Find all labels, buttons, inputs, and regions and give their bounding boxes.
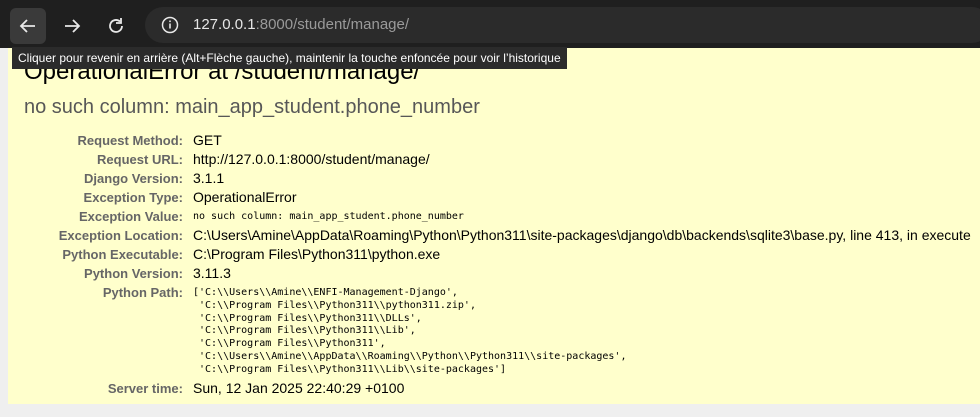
meta-value: GET <box>193 132 222 148</box>
reload-icon <box>109 18 123 33</box>
meta-value: OperationalError <box>193 189 297 205</box>
python-path-list: ['C:\\Users\\Amine\\ENFI-Management-Djan… <box>193 287 627 375</box>
back-button[interactable] <box>10 8 46 44</box>
meta-value: 3.1.1 <box>193 170 225 186</box>
meta-label: Python Version: <box>84 266 183 281</box>
meta-label: Request Method: <box>77 133 183 148</box>
info-icon[interactable] <box>161 16 179 34</box>
arrow-right-icon <box>65 19 81 33</box>
left-gutter <box>0 48 8 404</box>
meta-value: C:\Program Files\Python311\python.exe <box>193 246 441 262</box>
url-host: 127.0.0.1 <box>193 16 256 33</box>
page-bottom-strip <box>0 404 980 417</box>
url-path: :8000/student/manage/ <box>255 16 410 33</box>
forward-button[interactable] <box>54 8 90 44</box>
meta-label: Python Executable: <box>62 247 183 262</box>
arrow-left-icon <box>19 19 35 33</box>
meta-value: no such column: main_app_student.phone_n… <box>193 211 464 222</box>
meta-label: Server time: <box>107 381 183 396</box>
meta-value: Sun, 12 Jan 2025 22:40:29 +0100 <box>193 380 405 396</box>
url-text[interactable]: 127.0.0.1:8000/student/manage/ <box>193 16 409 33</box>
meta-label: Django Version: <box>84 171 183 186</box>
error-page: OperationalError at /student/manage/ no … <box>8 48 980 404</box>
meta-label: Exception Location: <box>58 228 183 243</box>
meta-label: Request URL: <box>97 152 183 167</box>
meta-label: Python Path: <box>102 285 183 300</box>
meta-label: Exception Value: <box>78 209 183 224</box>
address-bar[interactable]: 127.0.0.1:8000/student/manage/ <box>145 7 980 43</box>
meta-value: 3.11.3 <box>193 265 231 281</box>
error-message: no such column: main_app_student.phone_n… <box>24 96 480 118</box>
back-button-tooltip: Cliquer pour revenir en arrière (Alt+Flè… <box>12 47 567 69</box>
meta-value: http://127.0.0.1:8000/student/manage/ <box>193 151 430 167</box>
meta-label: Exception Type: <box>83 190 183 205</box>
meta-value: C:\Users\Amine\AppData\Roaming\Python\Py… <box>193 227 971 243</box>
browser-toolbar: 127.0.0.1:8000/student/manage/ <box>0 0 980 48</box>
reload-button[interactable] <box>98 8 134 44</box>
